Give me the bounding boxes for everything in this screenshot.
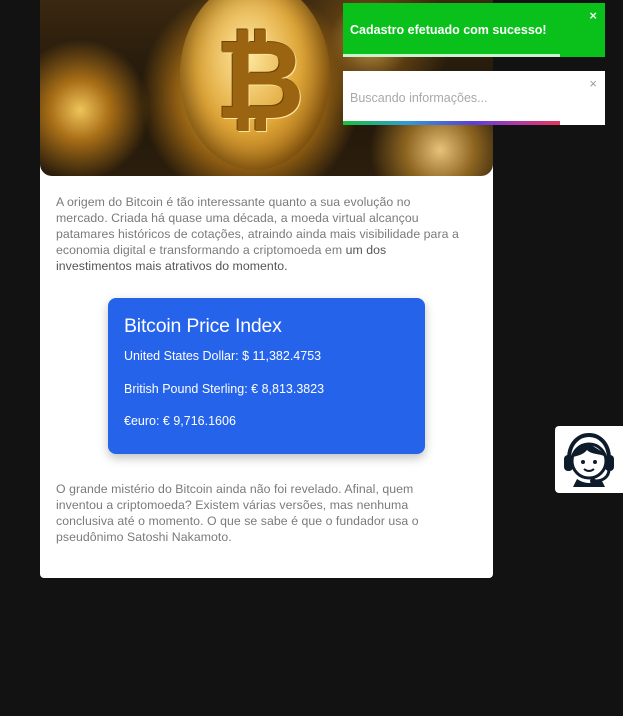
price-index-title: Bitcoin Price Index xyxy=(124,315,282,337)
support-agent-headset-icon xyxy=(564,432,614,487)
success-toast-message: Cadastro efetuado com sucesso! xyxy=(350,23,547,37)
success-toast-progress xyxy=(343,54,561,57)
usd-price: United States Dollar: $ 11,382.4753 xyxy=(124,349,322,363)
intro-text: A origem do Bitcoin é tão interessante q… xyxy=(56,195,459,257)
info-toast-progress xyxy=(343,121,561,125)
info-toast[interactable]: Buscando informações... × xyxy=(343,71,605,125)
info-toast-message: Buscando informações... xyxy=(350,91,488,105)
bitcoin-symbol: ₿ xyxy=(215,16,305,144)
close-icon[interactable]: × xyxy=(589,9,597,22)
support-chat-button[interactable] xyxy=(555,426,623,493)
mystery-paragraph: O grande mistério do Bitcoin ainda não f… xyxy=(56,482,419,544)
eur-price: €euro: € 9,716.1606 xyxy=(124,414,236,428)
bitcoin-price-index-card: Bitcoin Price Index United States Dollar… xyxy=(108,298,425,454)
intro-paragraph: A origem do Bitcoin é tão interessante q… xyxy=(56,194,461,274)
success-toast[interactable]: Cadastro efetuado com sucesso! × xyxy=(343,3,605,57)
gbp-price: British Pound Sterling: € 8,813.3823 xyxy=(124,382,325,396)
close-icon[interactable]: × xyxy=(589,77,597,90)
